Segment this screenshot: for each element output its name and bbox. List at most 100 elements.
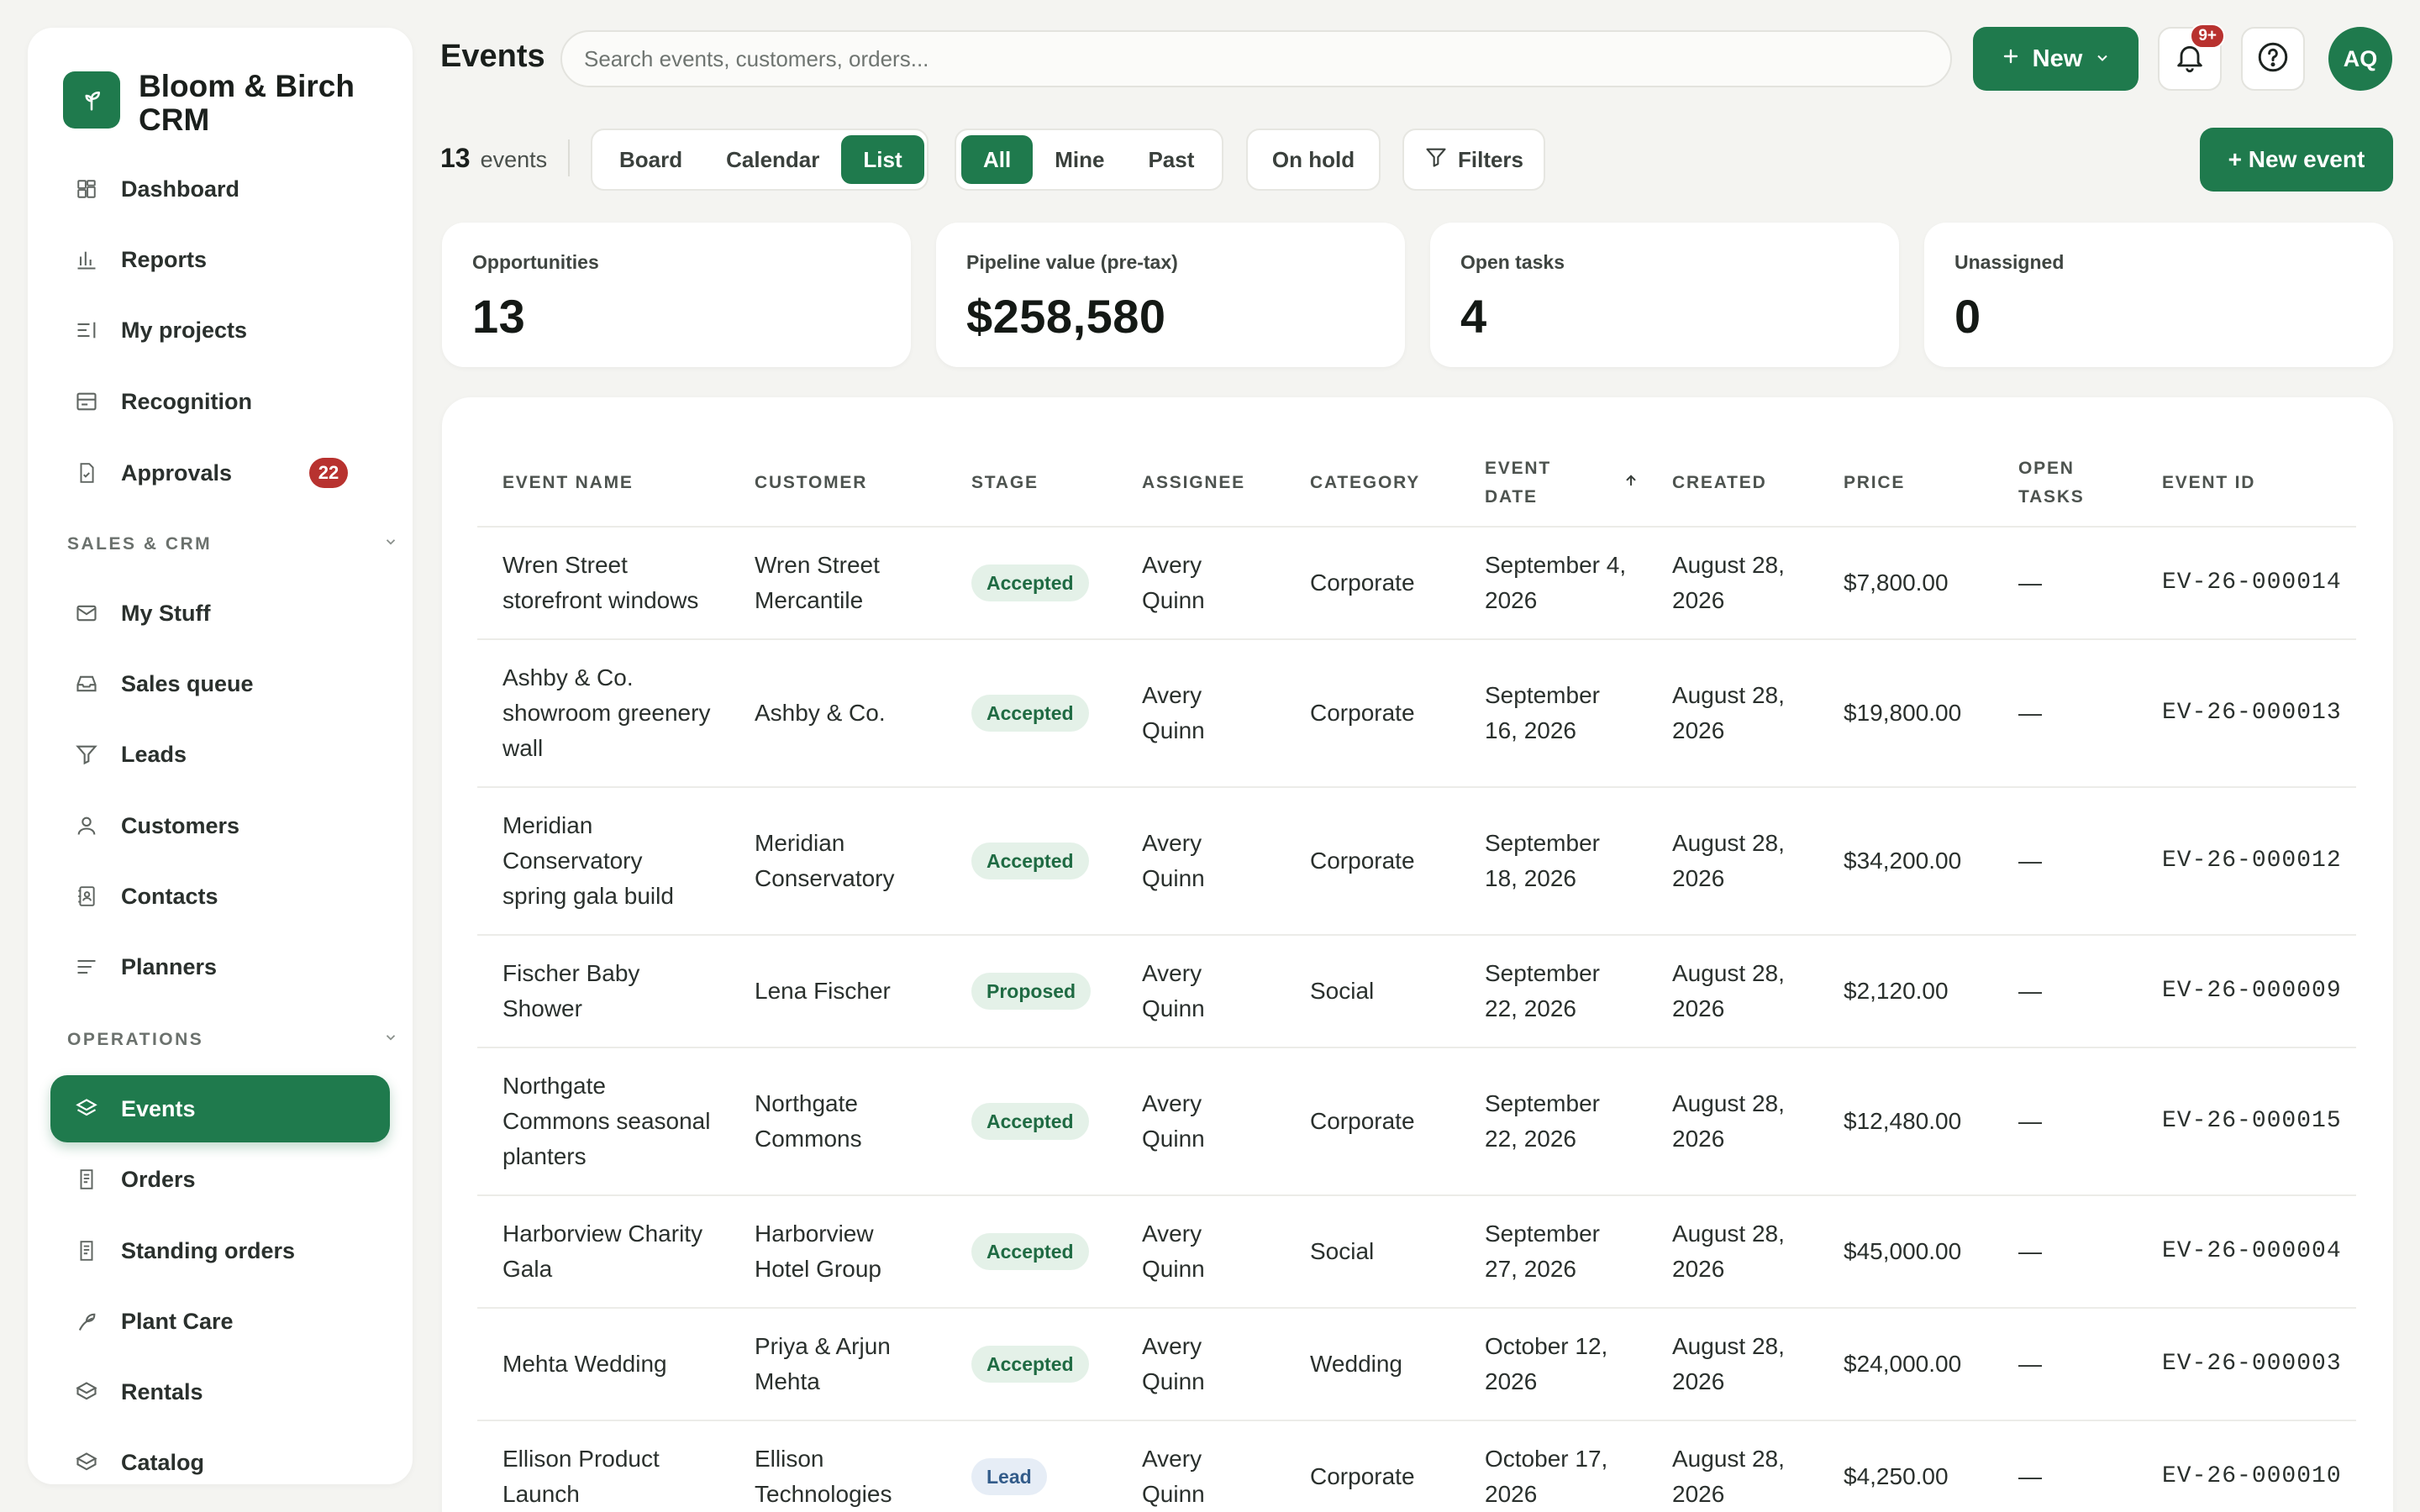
stat-label: Open tasks: [1460, 251, 1565, 273]
brand-name: Bloom & Birch CRM: [139, 69, 355, 137]
cell-stage: Accepted: [946, 787, 1117, 936]
cell-open-tasks: —: [1993, 1047, 2137, 1196]
cell-category: Wedding: [1285, 1308, 1460, 1421]
document-check-icon: [72, 459, 101, 487]
brand[interactable]: Bloom & Birch CRM: [63, 70, 374, 137]
sidebar-item-label: My projects: [121, 317, 248, 343]
view-list[interactable]: List: [841, 135, 924, 184]
on-hold-button[interactable]: On hold: [1246, 129, 1381, 191]
table-row[interactable]: Ellison Product Launch Ellison Technolog…: [477, 1420, 2356, 1512]
new-button-label: New: [2032, 45, 2083, 72]
cell-event-name: Meridian Conservatory spring gala build: [477, 787, 729, 936]
help-icon: [2255, 39, 2291, 79]
column-header-open-tasks[interactable]: Open tasks: [1993, 439, 2137, 528]
stat-label: Unassigned: [1954, 251, 2065, 273]
column-header-label: Event date: [1485, 458, 1552, 507]
cell-category: Corporate: [1285, 639, 1460, 788]
column-header-customer[interactable]: Customer: [729, 439, 946, 528]
dashboard-icon: [72, 175, 101, 203]
cell-stage: Accepted: [946, 1308, 1117, 1421]
table-row[interactable]: Mehta Wedding Priya & Arjun Mehta Accept…: [477, 1308, 2356, 1421]
table-row[interactable]: Fischer Baby Shower Lena Fischer Propose…: [477, 935, 2356, 1048]
cell-created: August 28, 2026: [1647, 787, 1818, 936]
table-row[interactable]: Meridian Conservatory spring gala build …: [477, 787, 2356, 936]
sidebar-item-label: Standing orders: [121, 1237, 296, 1263]
filter-past[interactable]: Past: [1126, 135, 1216, 184]
sidebar-item-approvals[interactable]: Approvals 22: [50, 439, 390, 507]
sidebar-item-reports[interactable]: Reports: [50, 226, 390, 293]
cell-customer: Meridian Conservatory: [729, 787, 946, 936]
cell-assignee: Avery Quinn: [1117, 527, 1285, 640]
column-header-created[interactable]: Created: [1647, 439, 1818, 528]
stage-badge: Accepted: [971, 843, 1089, 879]
help-button[interactable]: [2241, 27, 2305, 91]
cell-customer: Northgate Commons: [729, 1047, 946, 1196]
sidebar-item-label: Approvals: [121, 459, 233, 486]
filter-mine[interactable]: Mine: [1033, 135, 1126, 184]
table-row[interactable]: Ashby & Co. showroom greenery wall Ashby…: [477, 639, 2356, 788]
sidebar-item-catalog[interactable]: Catalog: [50, 1429, 390, 1484]
column-header-category[interactable]: Category: [1285, 439, 1460, 528]
sidebar-item-my-stuff[interactable]: My Stuff: [50, 580, 390, 647]
sidebar-item-my-projects[interactable]: My projects: [50, 297, 390, 364]
table-row[interactable]: Wren Street storefront windows Wren Stre…: [477, 527, 2356, 640]
cell-customer: Priya & Arjun Mehta: [729, 1308, 946, 1421]
stat-value: 4: [1460, 290, 1487, 343]
sidebar-item-sales-queue[interactable]: Sales queue: [50, 650, 390, 717]
sidebar-item-recognition[interactable]: Recognition: [50, 368, 390, 435]
cell-price: $24,000.00: [1818, 1308, 1993, 1421]
view-switcher: Board Calendar List: [591, 129, 929, 191]
sidebar-item-label: Events: [121, 1095, 196, 1121]
cell-created: August 28, 2026: [1647, 1308, 1818, 1421]
column-header-event-date[interactable]: Event date: [1460, 439, 1647, 528]
cell-open-tasks: —: [1993, 639, 2137, 788]
search-input[interactable]: [560, 30, 1952, 87]
sidebar-item-plant-care[interactable]: Plant Care: [50, 1288, 390, 1355]
cell-category: Corporate: [1285, 1420, 1460, 1512]
cell-event-date: September 16, 2026: [1460, 639, 1647, 788]
notifications-button[interactable]: 9+: [2158, 24, 2225, 91]
filters-label: Filters: [1457, 146, 1524, 172]
cell-stage: Accepted: [946, 1047, 1117, 1196]
view-board[interactable]: Board: [597, 135, 704, 184]
sidebar-item-dashboard[interactable]: Dashboard: [50, 155, 390, 223]
sidebar-item-customers[interactable]: Customers: [50, 792, 390, 859]
cell-event-id: EV-26-000014: [2137, 527, 2356, 640]
cell-created: August 28, 2026: [1647, 1047, 1818, 1196]
list-icon: [72, 316, 101, 344]
stage-badge: Accepted: [971, 564, 1089, 601]
sidebar-item-label: Rentals: [121, 1378, 203, 1404]
new-button[interactable]: New: [1973, 27, 2139, 91]
column-header-event-id[interactable]: Event ID: [2137, 439, 2356, 528]
column-header-event-name[interactable]: Event name: [477, 439, 729, 528]
cell-open-tasks: —: [1993, 935, 2137, 1048]
sidebar-item-rentals[interactable]: Rentals: [50, 1358, 390, 1425]
new-event-button[interactable]: + New event: [2200, 128, 2393, 192]
section-header-sales-crm[interactable]: SALES & CRM: [67, 528, 398, 561]
sidebar-item-planners[interactable]: Planners: [50, 933, 390, 1000]
column-header-stage[interactable]: Stage: [946, 439, 1117, 528]
cell-event-name: Fischer Baby Shower: [477, 935, 729, 1048]
sidebar-item-orders[interactable]: Orders: [50, 1146, 390, 1213]
sidebar-item-label: Recognition: [121, 388, 252, 414]
stage-badge: Accepted: [971, 1346, 1089, 1383]
filter-all[interactable]: All: [961, 135, 1034, 184]
table-row[interactable]: Harborview Charity Gala Harborview Hotel…: [477, 1195, 2356, 1309]
events-count: 13 events: [440, 143, 547, 174]
column-header-price[interactable]: Price: [1818, 439, 1993, 528]
sidebar-item-leads[interactable]: Leads: [50, 721, 390, 788]
column-header-assignee[interactable]: Assignee: [1117, 439, 1285, 528]
chevron-down-icon: [383, 1030, 398, 1050]
cell-open-tasks: —: [1993, 527, 2137, 640]
filters-button[interactable]: Filters: [1402, 129, 1545, 191]
avatar[interactable]: AQ: [2328, 27, 2392, 91]
section-header-operations[interactable]: OPERATIONS: [67, 1023, 398, 1057]
cell-stage: Lead: [946, 1420, 1117, 1512]
lines-icon: [72, 953, 101, 981]
sidebar-item-events[interactable]: Events: [50, 1075, 390, 1142]
view-calendar[interactable]: Calendar: [704, 135, 841, 184]
table-row[interactable]: Northgate Commons seasonal planters Nort…: [477, 1047, 2356, 1196]
cell-price: $7,800.00: [1818, 527, 1993, 640]
sidebar-item-standing-orders[interactable]: Standing orders: [50, 1217, 390, 1284]
sidebar-item-contacts[interactable]: Contacts: [50, 863, 390, 930]
